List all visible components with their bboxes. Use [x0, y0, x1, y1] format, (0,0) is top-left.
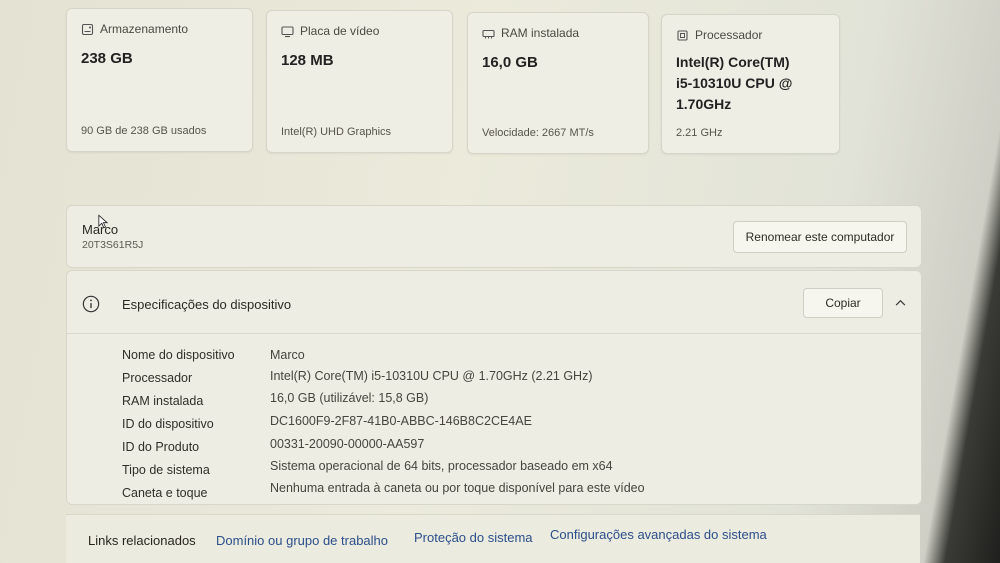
storage-usage: 90 GB de 238 GB usados: [81, 125, 207, 137]
graphics-card: Placa de vídeo 128 MB Intel(R) UHD Graph…: [266, 10, 453, 153]
processor-icon: [677, 29, 688, 41]
storage-title: Armazenamento: [100, 22, 189, 36]
spec-label: ID do Produto: [122, 440, 200, 454]
spec-label: Tipo de sistema: [122, 463, 210, 477]
spec-label: Nome do dispositivo: [122, 348, 235, 362]
processor-value-line: i5-10310U CPU @: [676, 75, 793, 91]
graphics-adapter: Intel(R) UHD Graphics: [281, 126, 392, 138]
processor-title: Processador: [695, 28, 763, 42]
processor-card-header: Processador: [676, 28, 762, 42]
processor-speed: 2.21 GHz: [676, 127, 723, 139]
related-links-title: Links relacionados: [88, 533, 196, 548]
display-icon: [281, 25, 294, 37]
storage-card-header: Armazenamento: [81, 22, 188, 36]
link-advanced-settings[interactable]: Configurações avançadas do sistema: [550, 527, 767, 542]
specs-header[interactable]: Especificações do dispositivo Copiar: [67, 271, 921, 334]
link-domain-workgroup[interactable]: Domínio ou grupo de trabalho: [216, 533, 388, 548]
graphics-value: 128 MB: [281, 52, 334, 69]
copy-button[interactable]: Copiar: [803, 288, 883, 318]
processor-value-line: 1.70GHz: [676, 96, 732, 112]
ram-title: RAM instalada: [501, 26, 580, 40]
memory-icon: [482, 29, 495, 38]
processor-value-line: Intel(R) Core(TM): [676, 54, 790, 70]
spec-value: 00331-20090-00000-AA597: [270, 437, 425, 451]
rename-computer-button[interactable]: Renomear este computador: [733, 221, 907, 253]
spec-value: Intel(R) Core(TM) i5-10310U CPU @ 1.70GH…: [270, 369, 593, 383]
spec-label: RAM instalada: [122, 394, 204, 408]
ram-value: 16,0 GB: [482, 54, 538, 71]
spec-value: Sistema operacional de 64 bits, processa…: [270, 459, 613, 473]
spec-value: DC1600F9-2F87-41B0-ABBC-146B8C2CE4AE: [270, 414, 532, 428]
computer-model: 20T3S61R5J: [82, 239, 144, 251]
mouse-cursor-icon: [98, 214, 108, 229]
ram-speed: Velocidade: 2667 MT/s: [482, 127, 594, 139]
spec-label: Caneta e toque: [122, 486, 208, 500]
link-system-protection[interactable]: Proteção do sistema: [414, 530, 533, 545]
computer-name-panel: Marco 20T3S61R5J Renomear este computado…: [66, 205, 922, 268]
specs-title: Especificações do dispositivo: [122, 297, 292, 312]
graphics-card-header: Placa de vídeo: [281, 24, 379, 38]
graphics-title: Placa de vídeo: [300, 24, 380, 38]
spec-value: Nenhuma entrada à caneta ou por toque di…: [270, 481, 645, 495]
processor-value: Intel(R) Core(TM) i5-10310U CPU @ 1.70GH…: [676, 52, 792, 115]
ram-card-header: RAM instalada: [482, 26, 579, 40]
processor-card: Processador Intel(R) Core(TM) i5-10310U …: [661, 14, 840, 154]
ram-card: RAM instalada 16,0 GB Velocidade: 2667 M…: [467, 12, 649, 154]
storage-card: Armazenamento 238 GB 90 GB de 238 GB usa…: [66, 8, 253, 152]
spec-label: ID do dispositivo: [122, 417, 214, 431]
info-icon: [82, 295, 100, 313]
spec-label: Processador: [122, 371, 193, 385]
storage-icon: [81, 23, 94, 35]
storage-value: 238 GB: [81, 50, 133, 67]
spec-value: 16,0 GB (utilizável: 15,8 GB): [270, 391, 429, 405]
spec-value: Marco: [270, 348, 305, 362]
chevron-up-icon[interactable]: [895, 299, 906, 306]
